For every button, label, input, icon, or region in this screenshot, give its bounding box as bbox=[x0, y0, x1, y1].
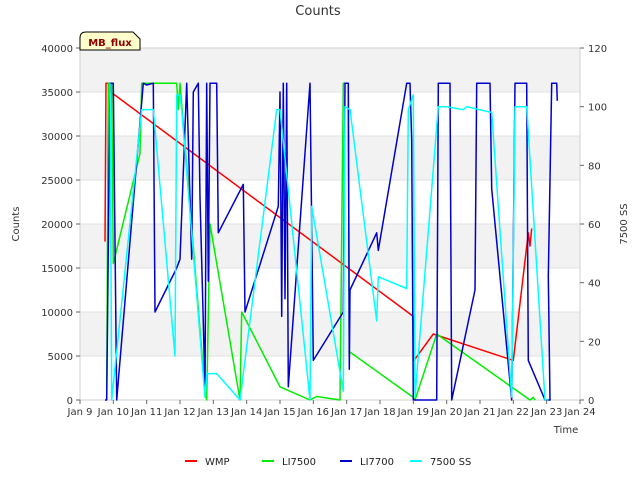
y2-axis-title: 7500 SS bbox=[619, 203, 630, 244]
x-tick-label-10: Jan 19 bbox=[397, 407, 429, 418]
y2-tick-label-5: 100 bbox=[588, 103, 607, 114]
y2-tick-label-6: 120 bbox=[588, 44, 607, 55]
y2-tick-label-1: 20 bbox=[588, 337, 601, 348]
band-7 bbox=[80, 48, 580, 92]
legend-label-li7700: LI7700 bbox=[360, 457, 394, 468]
y2-tick-label-0: 0 bbox=[588, 396, 594, 407]
x-axis: Jan 9 Jan 10 Jan 11 Jan 12 Jan 13 Jan 14 Jan 1… bbox=[67, 400, 596, 418]
x-tick-label-3: Jan 12 bbox=[163, 407, 195, 418]
legend: WMP LI7500 LI7700 7500 SS bbox=[185, 457, 471, 468]
x-tick-label-9: Jan 18 bbox=[363, 407, 395, 418]
y-axis-title: Counts bbox=[11, 207, 22, 242]
legend-label-li7500: LI7500 bbox=[282, 457, 316, 468]
mb-flux-badge: MB_flux bbox=[79, 31, 141, 51]
y-tick-label-8: 40000 bbox=[41, 44, 73, 55]
y-axis-left: 0 5000 10000 15000 20000 25000 30000 35000 40000 bbox=[41, 44, 80, 407]
y-tick-label-0: 0 bbox=[67, 396, 73, 407]
legend-label-7500-ss: 7500 SS bbox=[430, 457, 471, 468]
y-tick-label-4: 20000 bbox=[41, 220, 73, 231]
x-tick-label-1: Jan 10 bbox=[97, 407, 129, 418]
x-tick-label-5: Jan 14 bbox=[230, 407, 262, 418]
legend-label-wmp: WMP bbox=[205, 457, 230, 468]
y-tick-label-3: 15000 bbox=[41, 264, 73, 275]
x-tick-label-11: Jan 20 bbox=[430, 407, 462, 418]
chart-title: Counts bbox=[295, 4, 341, 19]
x-tick-label-12: Jan 21 bbox=[463, 407, 495, 418]
band-5 bbox=[80, 136, 580, 180]
x-tick-label-0: Jan 9 bbox=[67, 407, 93, 418]
x-tick-label-14: Jan 23 bbox=[530, 407, 562, 418]
x-tick-label-8: Jan 17 bbox=[330, 407, 362, 418]
y2-tick-label-3: 60 bbox=[588, 220, 601, 231]
x-tick-label-2: Jan 11 bbox=[130, 407, 162, 418]
x-tick-label-7: Jan 16 bbox=[297, 407, 329, 418]
y-tick-label-1: 5000 bbox=[48, 352, 73, 363]
y-tick-label-6: 30000 bbox=[41, 132, 73, 143]
chart: Jan 9 Jan 10 Jan 11 Jan 12 Jan 13 Jan 14 Jan 1… bbox=[11, 4, 630, 468]
x-tick-label-13: Jan 22 bbox=[497, 407, 529, 418]
y2-tick-label-4: 80 bbox=[588, 161, 601, 172]
y-tick-label-7: 35000 bbox=[41, 88, 73, 99]
y-tick-label-2: 10000 bbox=[41, 308, 73, 319]
x-tick-label-15: Jan 24 bbox=[563, 407, 595, 418]
x-tick-label-6: Jan 15 bbox=[263, 407, 295, 418]
x-tick-label-4: Jan 13 bbox=[197, 407, 229, 418]
y2-tick-label-2: 40 bbox=[588, 279, 601, 290]
badge-label: MB_flux bbox=[88, 38, 132, 49]
y-tick-label-5: 25000 bbox=[41, 176, 73, 187]
y-axis-right: 0 20 40 60 80 100 120 bbox=[580, 44, 607, 407]
x-axis-title: Time bbox=[553, 425, 578, 436]
